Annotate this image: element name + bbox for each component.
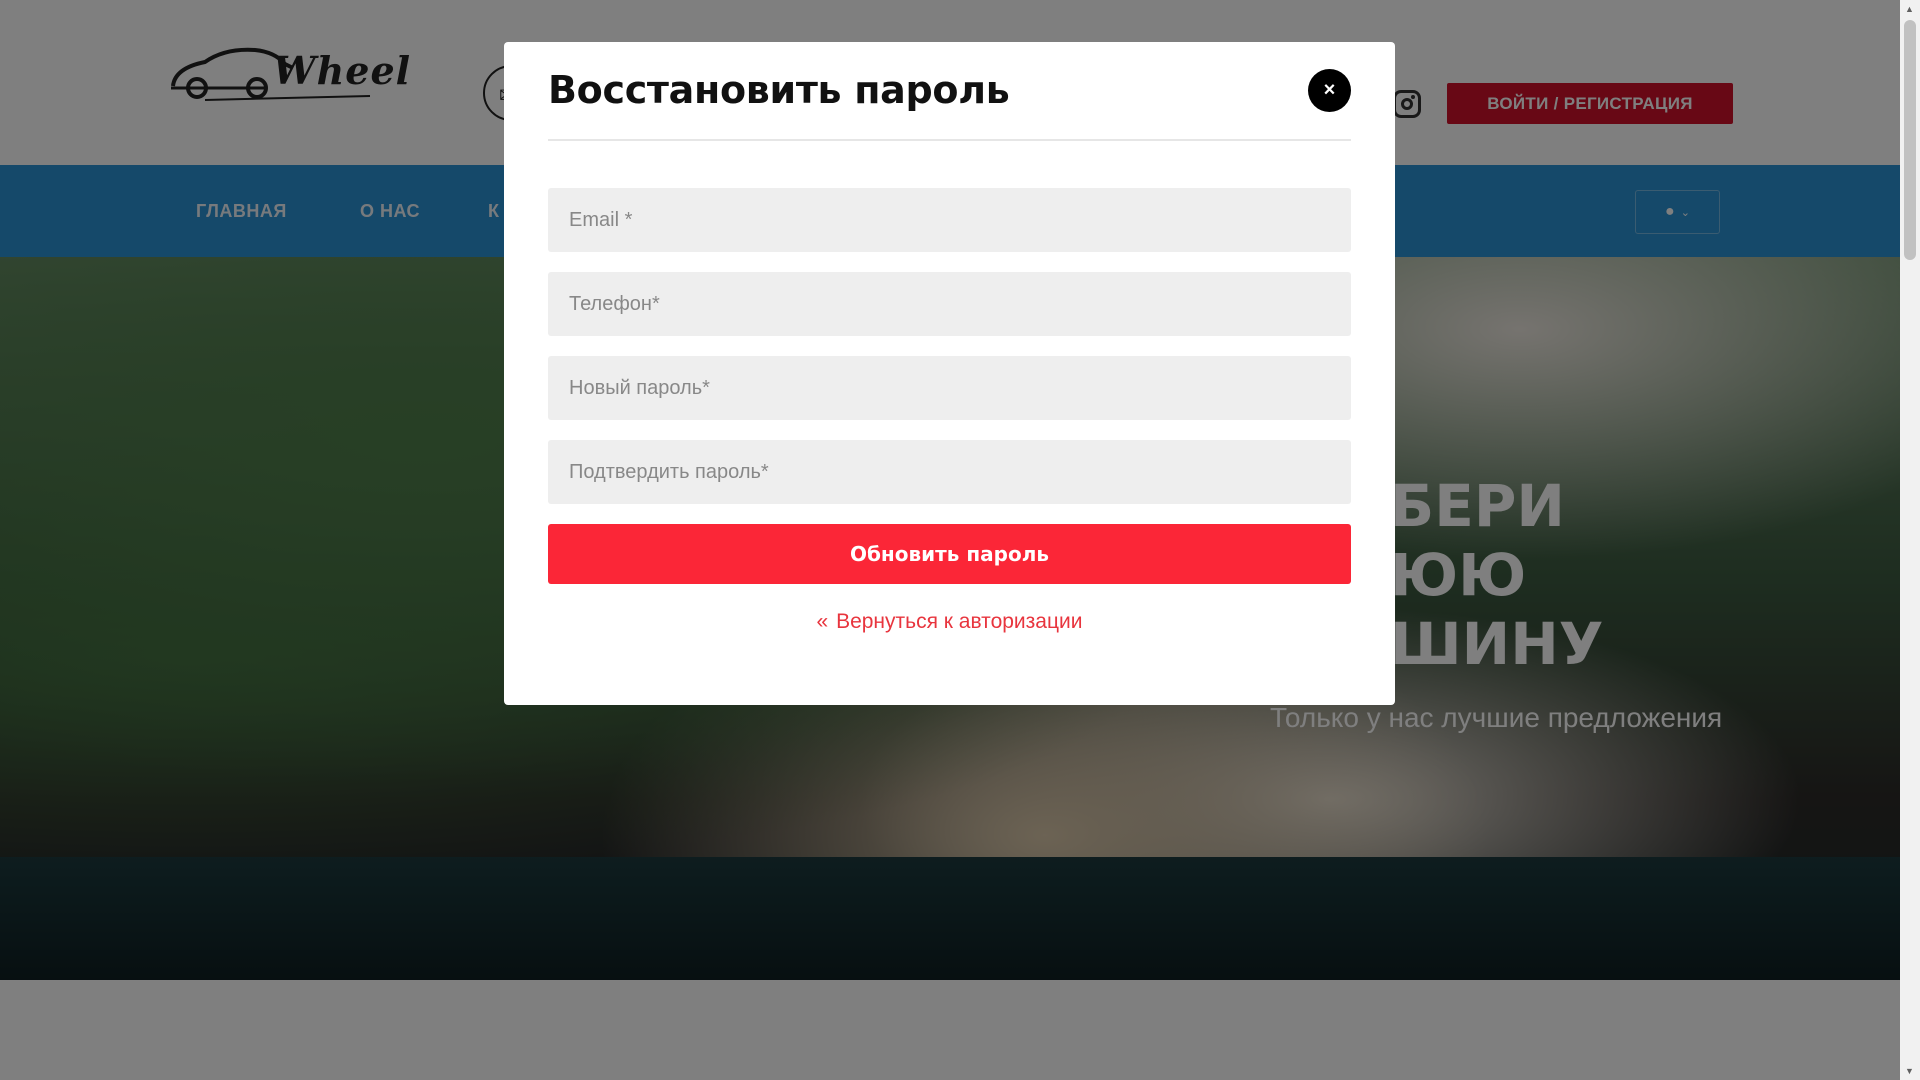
scroll-down-icon[interactable]: ▼ [1905,1066,1914,1076]
scroll-thumb[interactable] [1904,20,1916,260]
back-to-login-label: Вернуться к авторизации [836,610,1083,633]
reset-password-modal: Восстановить пароль × Обновить пароль « … [504,42,1395,705]
modal-divider [548,139,1351,141]
back-to-login-link[interactable]: « Вернуться к авторизации [504,610,1395,634]
scroll-up-icon[interactable]: ▲ [1905,4,1914,14]
modal-title: Восстановить пароль [548,68,1010,112]
new-password-field[interactable] [548,356,1351,420]
update-password-button[interactable]: Обновить пароль [548,524,1351,584]
confirm-password-field[interactable] [548,440,1351,504]
page-scrollbar[interactable]: ▲ ▼ [1900,0,1920,1080]
phone-field[interactable] [548,272,1351,336]
double-chevron-left-icon: « [816,610,829,633]
email-field[interactable] [548,188,1351,252]
close-icon[interactable]: × [1308,69,1351,112]
